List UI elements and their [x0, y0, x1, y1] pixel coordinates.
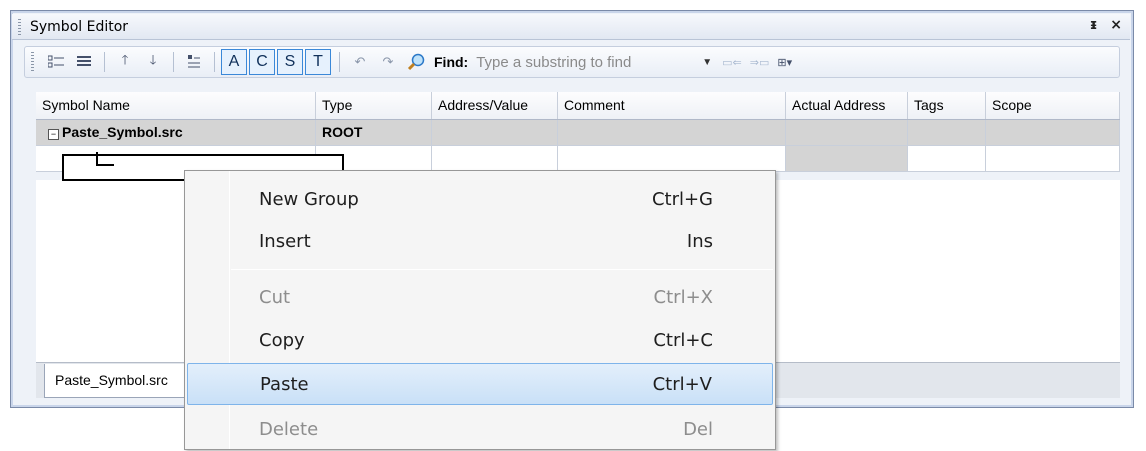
menu-item-paste[interactable]: Paste Ctrl+V: [187, 363, 773, 405]
filter-c-button[interactable]: C: [249, 49, 275, 75]
menu-item-copy[interactable]: Copy Ctrl+C: [187, 320, 773, 362]
col-scope[interactable]: Scope: [986, 92, 1120, 119]
menu-item-insert[interactable]: Insert Ins: [187, 221, 773, 263]
tree-connector: [96, 152, 114, 166]
col-type[interactable]: Type: [316, 92, 432, 119]
title-bar: Symbol Editor ᵻ ×: [12, 14, 1130, 40]
grip-icon[interactable]: [18, 19, 21, 35]
close-icon[interactable]: ×: [1110, 17, 1122, 33]
table-row[interactable]: − Paste_Symbol.src ROOT: [36, 120, 1120, 146]
move-up-icon[interactable]: 🡑: [115, 52, 135, 72]
col-address-value[interactable]: Address/Value: [432, 92, 558, 119]
root-type[interactable]: ROOT: [316, 120, 432, 145]
col-symbol-name[interactable]: Symbol Name: [36, 92, 316, 119]
toolbar-grip-icon[interactable]: [31, 52, 34, 72]
expand-all-icon[interactable]: [46, 52, 66, 72]
toolbar: 🡑 🡓 A C S T ↶ ↷ Find: ▼ ▭⇐ ⇒▭ ⊞▾: [24, 46, 1120, 78]
find-prev-icon[interactable]: ▭⇐: [722, 56, 742, 69]
context-menu: New Group Ctrl+G Insert Ins Cut Ctrl+X C…: [184, 170, 776, 450]
table-header: Symbol Name Type Address/Value Comment A…: [36, 92, 1120, 120]
find-dropdown-icon[interactable]: ▼: [702, 57, 712, 68]
col-actual-address[interactable]: Actual Address: [786, 92, 908, 119]
menu-item-delete[interactable]: Delete Del: [187, 409, 773, 451]
insert-row-icon[interactable]: [184, 52, 204, 72]
tab-paste-symbol[interactable]: Paste_Symbol.src: [44, 364, 194, 398]
find-input[interactable]: [476, 50, 697, 74]
window-title: Symbol Editor: [30, 19, 129, 35]
col-comment[interactable]: Comment: [558, 92, 786, 119]
redo-icon[interactable]: ↷: [378, 52, 398, 72]
menu-item-cut[interactable]: Cut Ctrl+X: [187, 277, 773, 319]
menu-item-new-group[interactable]: New Group Ctrl+G: [187, 179, 773, 221]
col-tags[interactable]: Tags: [908, 92, 986, 119]
find-label: Find:: [434, 54, 469, 70]
filter-t-button[interactable]: T: [305, 49, 331, 75]
find-next-icon[interactable]: ⇒▭: [750, 56, 770, 69]
pin-icon[interactable]: ᵻ: [1090, 17, 1098, 33]
move-down-icon[interactable]: 🡓: [143, 52, 163, 72]
filter-s-button[interactable]: S: [277, 49, 303, 75]
root-symbol-name: Paste_Symbol.src: [62, 124, 183, 140]
find-options-icon[interactable]: ⊞▾: [777, 56, 792, 69]
collapse-icon[interactable]: −: [48, 129, 59, 140]
undo-icon[interactable]: ↶: [350, 52, 370, 72]
collapse-all-icon[interactable]: [74, 52, 94, 72]
search-icon: [406, 52, 426, 72]
filter-a-button[interactable]: A: [221, 49, 247, 75]
